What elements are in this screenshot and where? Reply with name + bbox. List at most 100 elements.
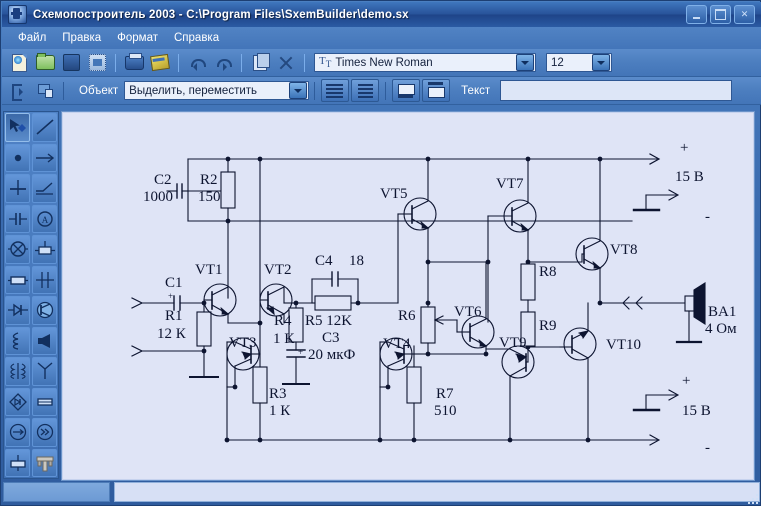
toolbar-separator — [115, 53, 116, 72]
tool-resistor[interactable] — [5, 265, 30, 294]
object-mode-combobox[interactable]: Выделить, переместить — [124, 81, 310, 100]
chevron-down-icon[interactable] — [289, 82, 308, 99]
open-file-button[interactable] — [33, 52, 57, 74]
tool-arrow-terminal[interactable] — [32, 143, 57, 172]
menu-file[interactable]: Файл — [10, 30, 54, 46]
chevron-down-icon[interactable] — [592, 54, 610, 71]
tool-select-move[interactable] — [5, 113, 30, 142]
label-vt9: VT9 — [499, 335, 527, 351]
tool-transistor[interactable] — [32, 296, 57, 325]
send-to-back-button[interactable] — [422, 79, 451, 102]
label-vt6: VT6 — [454, 304, 482, 320]
antenna-icon — [37, 362, 52, 380]
cursor-move-icon — [9, 119, 26, 133]
export-button[interactable] — [7, 80, 31, 102]
new-document-button[interactable] — [7, 52, 31, 74]
label-r3-value: 1 К — [269, 403, 291, 419]
save-as-button[interactable] — [85, 52, 109, 74]
polyline-icon — [35, 182, 53, 195]
new-document-icon — [11, 53, 27, 72]
main-toolbar: TT Times New Roman 12 — [2, 49, 761, 77]
redo-button[interactable] — [211, 52, 235, 74]
tool-lamp[interactable] — [5, 235, 30, 264]
tool-inductor[interactable] — [5, 326, 30, 355]
font-name-combobox[interactable]: TT Times New Roman — [314, 53, 536, 72]
undo-button[interactable] — [185, 52, 209, 74]
tool-diode[interactable] — [5, 296, 30, 325]
resize-grip[interactable] — [744, 490, 758, 504]
label-r5: R5 12K — [305, 313, 352, 329]
tool-generator[interactable] — [32, 418, 57, 447]
properties-button[interactable] — [33, 80, 57, 102]
tool-capacitor[interactable] — [5, 204, 30, 233]
font-name-value: Times New Roman — [335, 56, 433, 69]
maximize-button[interactable] — [710, 5, 731, 24]
chevron-down-icon[interactable] — [516, 54, 534, 71]
minimize-button[interactable] — [686, 5, 707, 24]
label-r6: R6 — [398, 308, 416, 324]
menu-help[interactable]: Справка — [166, 30, 227, 46]
toolbar-separator — [241, 53, 242, 72]
tool-speaker[interactable] — [32, 326, 57, 355]
align-right-icon — [358, 84, 374, 86]
label-vt8: VT8 — [610, 242, 638, 258]
label-r8: R8 — [539, 264, 557, 280]
label-r9: R9 — [539, 318, 557, 334]
close-x-icon — [278, 55, 294, 71]
undo-arrow-icon — [189, 56, 206, 71]
object-label: Объект — [79, 84, 119, 97]
print-button[interactable] — [122, 52, 146, 74]
menu-edit[interactable]: Правка — [54, 30, 109, 46]
tool-ground[interactable] — [5, 174, 30, 203]
font-size-combobox[interactable]: 12 — [546, 53, 612, 72]
tool-crossing[interactable] — [32, 265, 57, 294]
align-left-button[interactable] — [321, 79, 350, 102]
tool-bridge[interactable] — [5, 387, 30, 416]
tool-antenna[interactable] — [32, 357, 57, 386]
window-controls: ✕ — [686, 5, 755, 24]
wire-crossing-icon — [35, 271, 54, 288]
menu-format[interactable]: Формат — [109, 30, 166, 46]
tool-resistor-horizontal[interactable] — [32, 235, 57, 264]
terminal-block-icon — [9, 454, 26, 471]
label-vt2: VT2 — [264, 262, 292, 278]
tool-polyline[interactable] — [32, 174, 57, 203]
open-folder-icon — [35, 53, 55, 70]
label-c3-value: 20 мкФ — [308, 347, 356, 363]
inductor-coil-icon — [12, 332, 18, 350]
label-c3: C3 — [322, 330, 340, 346]
toolbar-separator — [314, 81, 316, 100]
tool-current-source[interactable] — [5, 418, 30, 447]
tool-node-dot[interactable] — [5, 143, 30, 172]
fuse-icon — [36, 398, 53, 406]
save-as-icon — [88, 54, 106, 71]
text-label: Текст — [461, 84, 491, 97]
copy-button[interactable] — [248, 52, 272, 74]
tool-palette: A — [3, 111, 59, 479]
align-right-button[interactable] — [351, 79, 380, 102]
save-button[interactable] — [59, 52, 83, 74]
tool-ammeter[interactable]: A — [32, 204, 57, 233]
font-size-value: 12 — [551, 56, 564, 69]
schematic-canvas[interactable]: + + C2 1000 R2 150 VT5 VT7 VT8 R8 C1 VT1… — [61, 111, 755, 481]
label-ba1-value: 4 Ом — [705, 321, 737, 337]
label-c4-value: 18 — [349, 253, 364, 269]
tool-line[interactable] — [32, 113, 57, 142]
current-source-icon — [9, 424, 26, 441]
toolbar-separator — [304, 53, 305, 72]
print-preview-button[interactable] — [148, 52, 172, 74]
arrow-terminal-icon — [35, 153, 54, 163]
tool-fuse[interactable] — [32, 387, 57, 416]
transistor-icon — [36, 302, 53, 319]
tool-connector[interactable] — [32, 448, 57, 477]
delete-button[interactable] — [274, 52, 298, 74]
minimize-icon — [693, 16, 700, 19]
tool-transformer[interactable] — [5, 357, 30, 386]
text-input[interactable] — [500, 80, 733, 101]
line-icon — [35, 119, 54, 135]
generator-icon — [36, 424, 53, 441]
close-button[interactable]: ✕ — [734, 5, 755, 24]
bring-to-front-button[interactable] — [392, 79, 421, 102]
toolbar-separator — [385, 81, 387, 100]
tool-terminal-block[interactable] — [5, 448, 30, 477]
